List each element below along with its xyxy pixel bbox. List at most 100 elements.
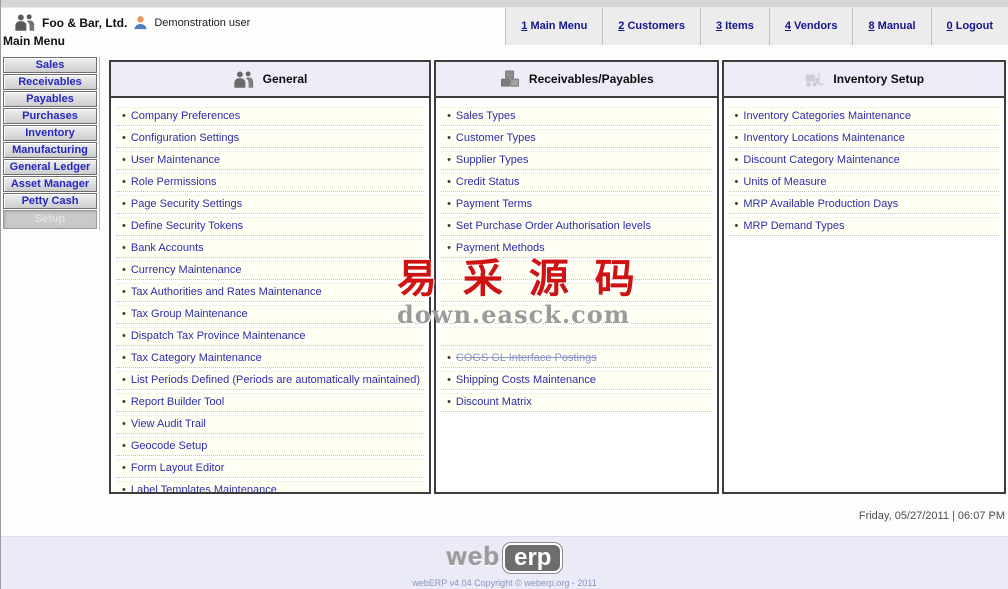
menu-link-role-permissions[interactable]: Role Permissions <box>131 176 217 188</box>
menu-link-payment-terms[interactable]: Payment Terms <box>456 198 532 210</box>
page: Foo & Bar, Ltd. Demonstration user Main … <box>0 0 1008 589</box>
menu-link-geocode-setup[interactable]: Geocode Setup <box>131 440 207 452</box>
menu-list-general: •Company Preferences•Configuration Setti… <box>114 107 426 492</box>
menu-link-sales-types[interactable]: Sales Types <box>456 110 516 122</box>
window-top-strip <box>1 0 1008 8</box>
bullet-icon: • <box>447 176 451 188</box>
sidebar-item-payables[interactable]: Payables <box>3 91 97 107</box>
menu-link-discount-category-maintenance[interactable]: Discount Category Maintenance <box>743 154 900 166</box>
menu-link-blank <box>456 286 459 298</box>
list-item: •Company Preferences <box>116 107 424 126</box>
list-item: •Supplier Types <box>441 151 711 170</box>
boxes-icon <box>499 69 521 89</box>
menu-link-tax-group-maintenance[interactable]: Tax Group Maintenance <box>131 308 248 320</box>
nav-accesskey: 8 <box>868 20 874 32</box>
bullet-icon: • <box>447 242 451 254</box>
bullet-icon: • <box>122 374 126 386</box>
list-item: • Tax Group Maintenance <box>116 305 424 324</box>
nav-item-vendors[interactable]: 4 Vendors <box>770 8 854 45</box>
bullet-icon: • <box>122 176 126 188</box>
list-item: •Tax Authorities and Rates Maintenance <box>116 283 424 302</box>
nav-item-manual[interactable]: 8 Manual <box>853 8 931 45</box>
people-icon <box>233 70 255 89</box>
nav-accesskey: 0 <box>947 20 953 32</box>
list-item: •Tax Category Maintenance <box>116 349 424 368</box>
menu-link-tax-category-maintenance[interactable]: Tax Category Maintenance <box>131 352 262 364</box>
sidebar-item-manufacturing[interactable]: Manufacturing <box>3 142 97 158</box>
bullet-icon: • <box>447 220 451 232</box>
panel-title: Receivables/Payables <box>529 72 654 86</box>
menu-link-currency-maintenance[interactable]: Currency Maintenance <box>131 264 242 276</box>
menu-link-mrp-available-production-days[interactable]: MRP Available Production Days <box>743 198 898 210</box>
menu-link-inventory-categories-maintenance[interactable]: Inventory Categories Maintenance <box>743 110 911 122</box>
panel-title: Inventory Setup <box>833 72 924 86</box>
menu-link-inventory-locations-maintenance[interactable]: Inventory Locations Maintenance <box>743 132 904 144</box>
list-item: • Currency Maintenance <box>116 261 424 280</box>
menu-link-mrp-demand-types[interactable]: MRP Demand Types <box>743 220 844 232</box>
logo-web-text: web <box>447 541 501 571</box>
menu-list-inventory-setup: • Inventory Categories Maintenance •Invent… <box>727 107 1001 236</box>
list-item: •MRP Available Production Days <box>729 195 999 214</box>
menu-link-credit-status[interactable]: Credit Status <box>456 176 520 188</box>
menu-link-discount-matrix[interactable]: Discount Matrix <box>456 396 532 408</box>
bullet-icon: • <box>447 374 451 386</box>
list-item: •Units of Measure <box>729 173 999 192</box>
menu-link-company-preferences[interactable]: Company Preferences <box>131 110 240 122</box>
sidebar-item-petty-cash[interactable]: Petty Cash <box>3 193 97 209</box>
menu-link-report-builder-tool[interactable]: Report Builder Tool <box>131 396 224 408</box>
sidebar-item-receivables[interactable]: Receivables <box>3 74 97 90</box>
menu-link-customer-types[interactable]: Customer Types <box>456 132 536 144</box>
nav-item-customers[interactable]: 2 Customers <box>603 8 701 45</box>
main-nav: 1 Main Menu2 Customers3 Items4 Vendors8 … <box>505 8 1008 45</box>
weberp-logo: weberp <box>447 541 563 577</box>
list-item: • Role Permissions <box>116 173 424 192</box>
bullet-icon: • <box>122 308 126 320</box>
menu-link-bank-accounts[interactable]: Bank Accounts <box>131 242 204 254</box>
bullet-icon: • <box>122 132 126 144</box>
sidebar-item-general-ledger[interactable]: General Ledger <box>3 159 97 175</box>
list-item: •Customer Types <box>441 129 711 148</box>
sidebar-item-asset-manager[interactable]: Asset Manager <box>3 176 97 192</box>
bullet-icon: • <box>122 264 126 276</box>
menu-link-payment-methods[interactable]: Payment Methods <box>456 242 545 254</box>
menu-link-cogs-gl-interface-postings: COGS GL Interface Postings <box>456 352 597 364</box>
bullet-icon: • <box>122 396 126 408</box>
menu-link-label-templates-maintenance[interactable]: Label Templates Maintenance <box>131 484 277 492</box>
menu-link-configuration-settings[interactable]: Configuration Settings <box>131 132 239 144</box>
list-item: • Configuration Settings <box>116 129 424 148</box>
nav-accesskey: 4 <box>785 20 791 32</box>
menu-link-page-security-settings[interactable]: Page Security Settings <box>131 198 242 210</box>
menu-link-view-audit-trail[interactable]: View Audit Trail <box>131 418 206 430</box>
menu-link-blank <box>456 330 459 342</box>
menu-link-list-periods-defined-periods-are-automatically-maintained[interactable]: List Periods Defined (Periods are automa… <box>131 374 420 386</box>
sidebar-item-setup[interactable]: Setup <box>3 210 97 229</box>
bullet-icon: • <box>735 220 739 232</box>
sidebar-item-inventory[interactable]: Inventory <box>3 125 97 141</box>
menu-link-supplier-types[interactable]: Supplier Types <box>456 154 529 166</box>
list-item: •Inventory Locations Maintenance <box>729 129 999 148</box>
list-item: •Bank Accounts <box>116 239 424 258</box>
bullet-icon: • <box>122 220 126 232</box>
nav-item-logout[interactable]: 0 Logout <box>932 8 1008 45</box>
list-item: •Discount Matrix <box>441 393 711 412</box>
nav-item-items[interactable]: 3 Items <box>701 8 770 45</box>
sidebar-item-purchases[interactable]: Purchases <box>3 108 97 124</box>
menu-link-set-purchase-order-authorisation-levels[interactable]: Set Purchase Order Authorisation levels <box>456 220 651 232</box>
logo-erp-text: erp <box>503 543 562 573</box>
list-item: • <box>441 261 711 280</box>
menu-link-user-maintenance[interactable]: User Maintenance <box>131 154 220 166</box>
menu-link-define-security-tokens[interactable]: Define Security Tokens <box>131 220 243 232</box>
menu-link-shipping-costs-maintenance[interactable]: Shipping Costs Maintenance <box>456 374 596 386</box>
page-title: Main Menu <box>3 34 65 48</box>
menu-link-dispatch-tax-province-maintenance[interactable]: Dispatch Tax Province Maintenance <box>131 330 306 342</box>
menu-link-units-of-measure[interactable]: Units of Measure <box>743 176 826 188</box>
list-item: • Define Security Tokens <box>116 217 424 236</box>
menu-link-form-layout-editor[interactable]: Form Layout Editor <box>131 462 225 474</box>
menu-link-tax-authorities-and-rates-maintenance[interactable]: Tax Authorities and Rates Maintenance <box>131 286 322 298</box>
panel-header-inventory-setup: Inventory Setup <box>724 62 1004 98</box>
bullet-icon: • <box>122 198 126 210</box>
list-item: •Dispatch Tax Province Maintenance <box>116 327 424 346</box>
list-item: • <box>441 283 711 302</box>
sidebar-item-sales[interactable]: Sales <box>3 57 97 73</box>
nav-item-main-menu[interactable]: 1 Main Menu <box>506 8 603 45</box>
